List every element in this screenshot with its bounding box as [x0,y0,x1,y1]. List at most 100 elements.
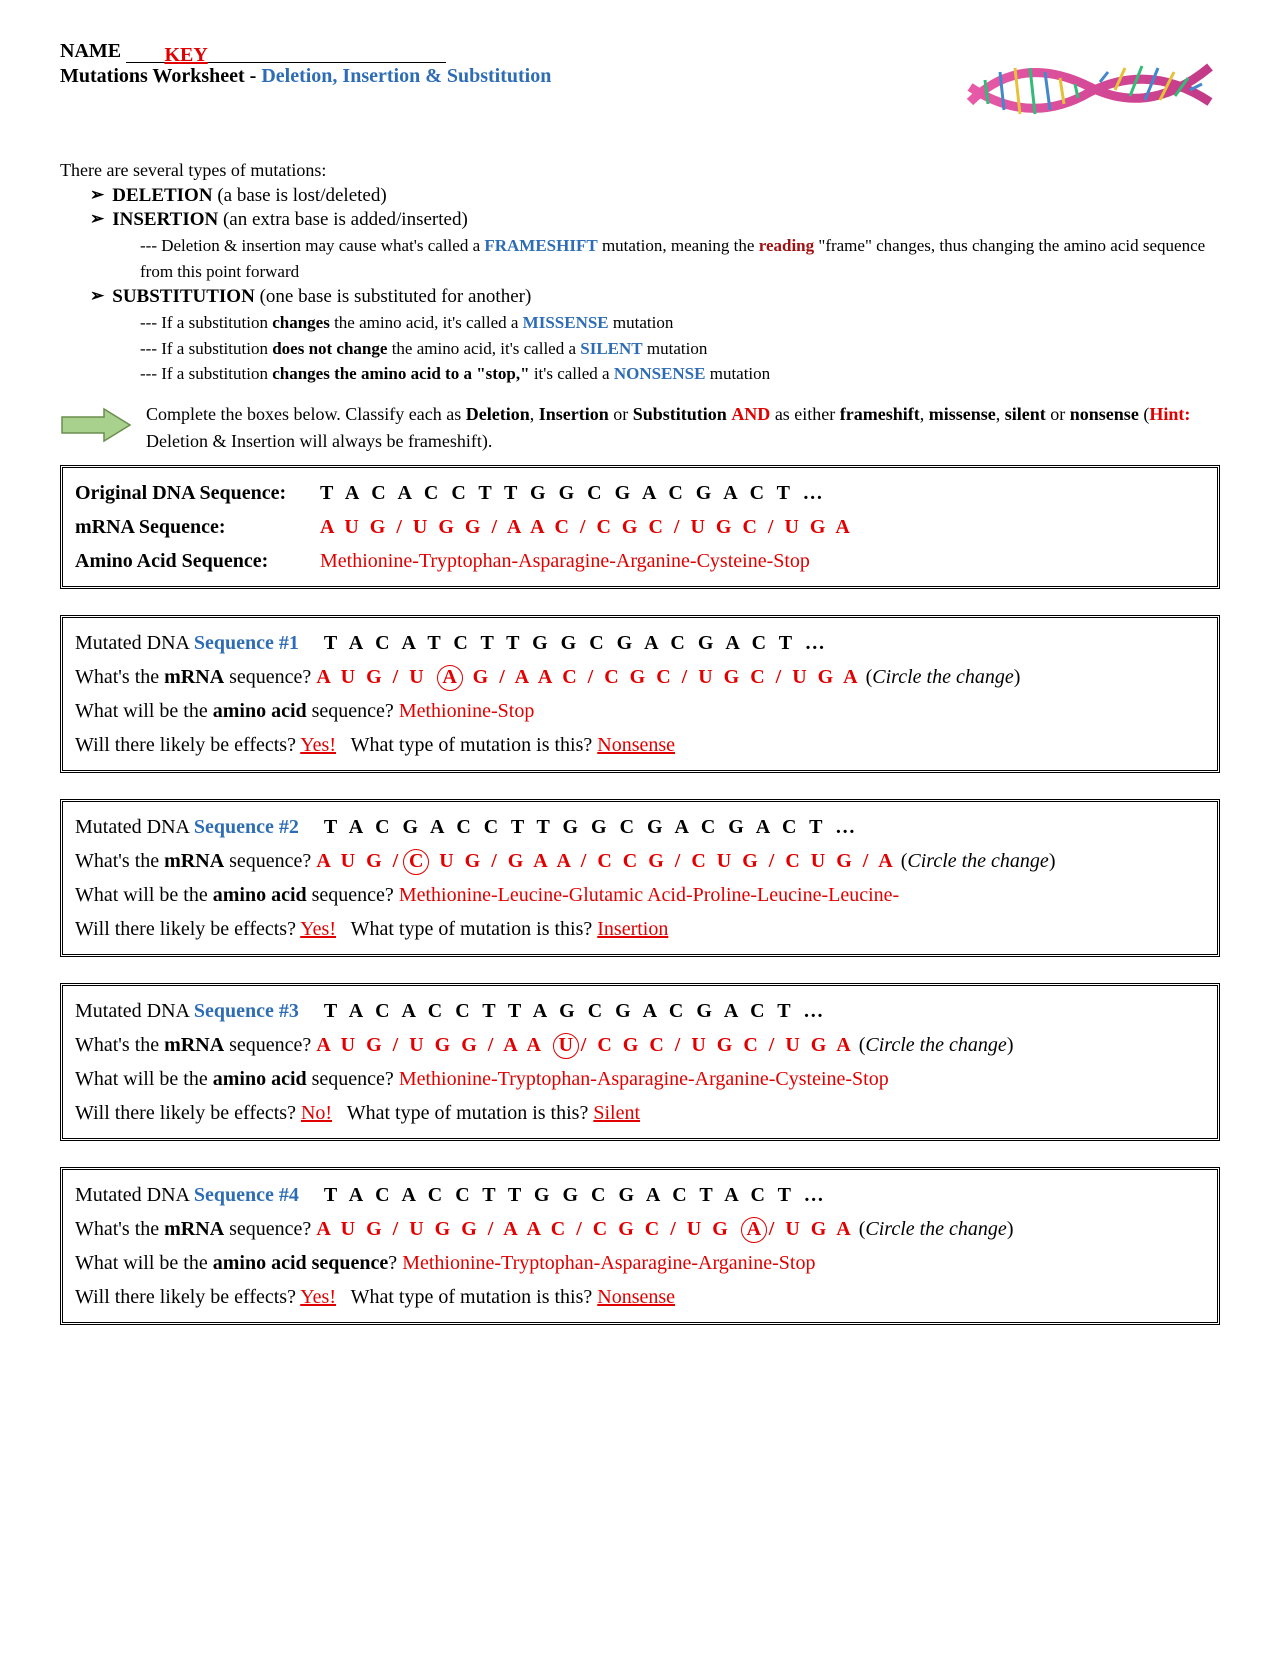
fs-a: --- Deletion & insertion may cause what'… [140,236,484,255]
t: , [530,404,539,424]
bullet-substitution-text: SUBSTITUTION (one base is substituted fo… [112,286,531,308]
name-blank-before: KEY [126,42,246,63]
bullet-list: ➢ DELETION (a base is lost/deleted) ➢ IN… [90,185,1220,387]
seq3-mrna: A U G / U G G / A A U/ C G C / U G C / U… [316,1034,853,1056]
seq4-effects-row: Will there likely be effects? Yes! What … [75,1280,1205,1314]
seq4-mrna-row: What's the mRNA sequence? A U G / U G G … [75,1212,1205,1246]
seq2-effects: Yes! [300,918,336,940]
original-box: Original DNA Sequence: T A C A C C T T G… [60,465,1220,589]
seq2-title: Sequence #2 [194,816,299,838]
original-dna-label: Original DNA Sequence: [75,476,315,510]
insertion-name: INSERTION [112,209,218,230]
seq1-aa: Methionine-Stop [399,700,535,722]
seq1-aa-row: What will be the amino acid sequence? Me… [75,694,1205,728]
t: the amino acid, it's called a [330,313,523,332]
t: --- If a substitution [140,339,272,358]
t: What will be the [75,884,213,906]
seq4-dna: T A C A C C T T G G C G A C T A C T … [324,1184,828,1206]
t: What type of mutation is this? [336,918,597,940]
arrow-right-icon [60,405,134,451]
circled-change: C [403,849,429,875]
seq1-type: Nonsense [597,734,675,756]
t: Mutated DNA [75,632,194,654]
sub-nonsense: --- If a substitution changes the amino … [140,361,1220,387]
sequence-4-box: Mutated DNA Sequence #4 T A C A C C T T … [60,1167,1220,1325]
seq3-effects-row: Will there likely be effects? No! What t… [75,1096,1205,1130]
seq1-dna: T A C A T C T T G G C G A C G A C T … [324,632,829,654]
circled-change: A [741,1217,767,1243]
nonsense-word: NONSENSE [614,364,706,383]
dna-helix-image [960,32,1220,142]
fs-word: FRAMESHIFT [484,236,597,255]
t: Deletion [466,404,530,424]
fs-b: mutation, meaning the [598,236,759,255]
seq4-aa-row: What will be the amino acid sequence? Me… [75,1246,1205,1280]
t: Will there likely be effects? [75,918,300,940]
t: U G / G A A / C C G / C U G / C U G / A [431,850,895,872]
silent-word: SILENT [580,339,642,358]
t: Mutated DNA [75,1184,194,1206]
t: sequence? [307,700,399,722]
circle-hint: (Circle the change) [901,850,1056,872]
t: Will there likely be effects? [75,734,300,756]
title-prefix: Mutations Worksheet [60,65,245,87]
seq1-mrna-row: What's the mRNA sequence? A U G / U A G … [75,660,1205,694]
t: / C G C / U G C / U G A [581,1034,854,1056]
seq3-title-row: Mutated DNA Sequence #3 T A C A C C T T … [75,994,1205,1028]
sub-missense: --- If a substitution changes the amino … [140,310,1220,336]
sequence-1-box: Mutated DNA Sequence #1 T A C A T C T T … [60,615,1220,773]
t: mRNA [164,666,224,688]
t: , [996,404,1005,424]
original-aa-seq: Methionine-Tryptophan-Asparagine-Arganin… [320,550,810,572]
missense-word: MISSENSE [523,313,609,332]
title-types: Deletion, Insertion & Substitution [261,65,551,87]
seq4-type: Nonsense [597,1286,675,1308]
t: amino acid sequence [213,1252,389,1274]
seq1-mrna: A U G / U A G / A A C / C G C / U G C / … [316,666,860,688]
seq2-title-row: Mutated DNA Sequence #2 T A C G A C C T … [75,810,1205,844]
original-dna-row: Original DNA Sequence: T A C A C C T T G… [75,476,1205,510]
bullet-substitution: ➢ SUBSTITUTION (one base is substituted … [90,286,1220,308]
t: What type of mutation is this? [336,1286,597,1308]
t: Circle the change [872,666,1013,688]
circled-change: A [437,665,463,691]
t: What will be the [75,700,213,722]
and-word: AND [731,404,770,424]
chevron-icon: ➢ [90,185,104,205]
seq2-aa: Methionine-Leucine-Glutamic Acid-Proline… [399,884,899,906]
header-text: NAME KEY Mutations Worksheet - Deletion,… [60,40,980,88]
intro-line: There are several types of mutations: [60,160,1220,181]
t: amino acid [213,700,307,722]
t: Circle the change [865,1034,1006,1056]
t: A U G / U G G / A A [316,1034,550,1056]
t: nonsense [1070,404,1139,424]
seq2-mrna: A U G /C U G / G A A / C C G / C U G / C… [316,850,895,872]
original-aa-row: Amino Acid Sequence: Methionine-Tryptoph… [75,544,1205,578]
seq4-title-row: Mutated DNA Sequence #4 T A C A C C T T … [75,1178,1205,1212]
t: Insertion [539,404,609,424]
seq2-aa-row: What will be the amino acid sequence? Me… [75,878,1205,912]
t: What's the [75,850,164,872]
t: What's the [75,1034,164,1056]
t: does not change [272,339,387,358]
circle-hint: (Circle the change) [866,666,1021,688]
hint-word: Hint: [1149,404,1190,424]
seq1-title-row: Mutated DNA Sequence #1 T A C A T C T T … [75,626,1205,660]
seq3-title: Sequence #3 [194,1000,299,1022]
seq3-effects: No! [301,1102,332,1124]
seq3-dna: T A C A C C T T A G C G A C G A C T … [324,1000,827,1022]
t: amino acid [213,1068,307,1090]
deletion-name: DELETION [112,185,212,206]
t: A U G / [316,850,401,872]
t: --- If a substitution [140,313,272,332]
seq1-effects-row: Will there likely be effects? Yes! What … [75,728,1205,762]
seq3-aa: Methionine-Tryptophan-Asparagine-Arganin… [399,1068,889,1090]
t: Will there likely be effects? [75,1286,300,1308]
worksheet-title: Mutations Worksheet - Deletion, Insertio… [60,65,980,88]
frameshift-note: --- Deletion & insertion may cause what'… [140,233,1220,284]
bullet-insertion: ➢ INSERTION (an extra base is added/inse… [90,209,1220,231]
seq1-title: Sequence #1 [194,632,299,654]
t: as either [770,404,839,424]
t: silent [1005,404,1046,424]
t: sequence? [224,1034,316,1056]
